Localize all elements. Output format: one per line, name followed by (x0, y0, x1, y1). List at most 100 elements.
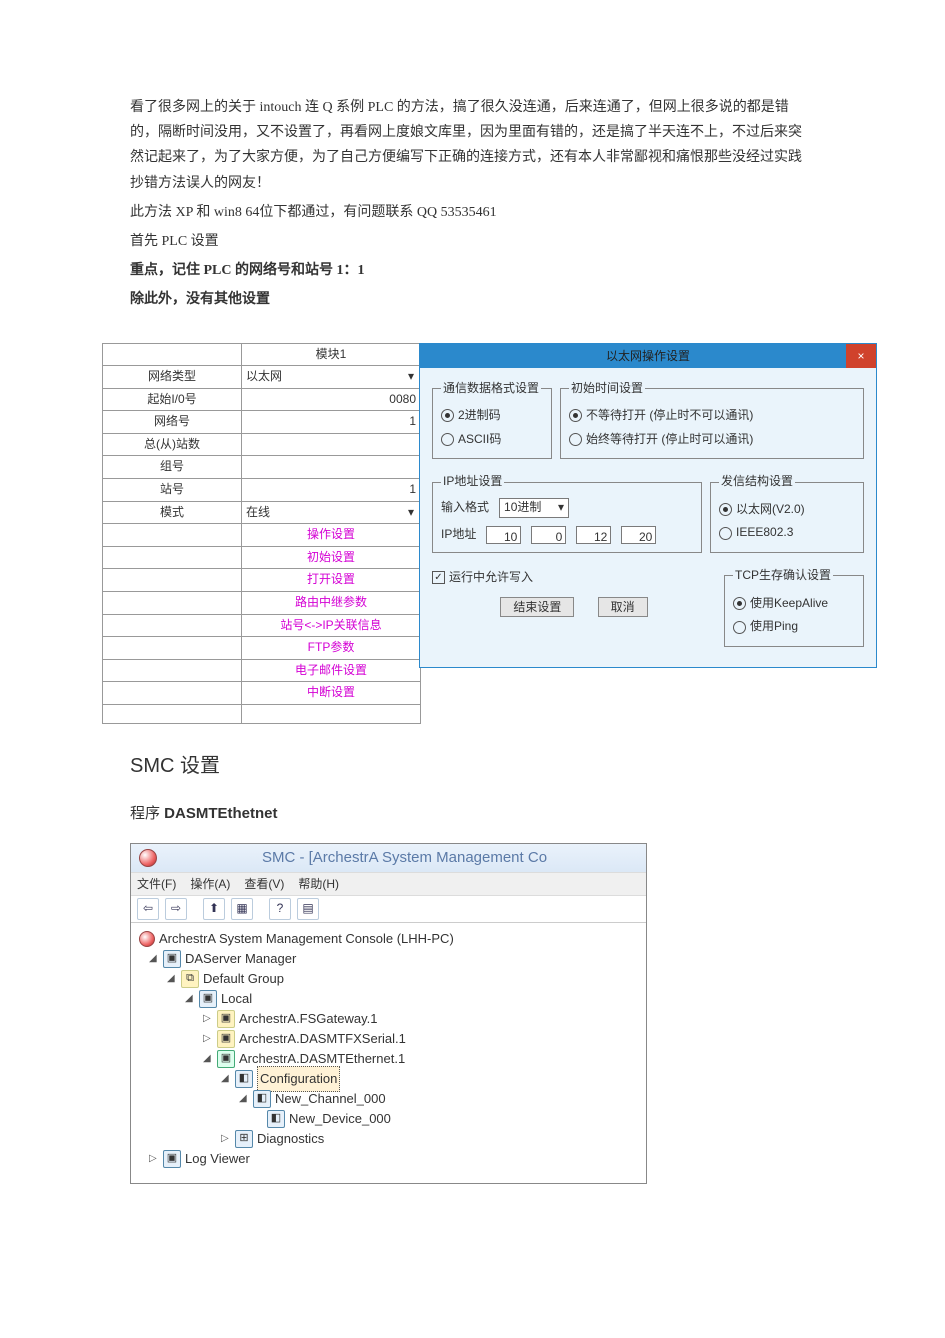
radio-ascii[interactable]: ASCII码 (441, 429, 543, 451)
tree-channel[interactable]: ◧ New_Channel_000 (139, 1089, 638, 1109)
radio-nowait-label: 不等待打开 (停止时不可以通讯) (586, 405, 753, 427)
tree-default-group[interactable]: ⧉ Default Group (139, 969, 638, 989)
toolbar-help-icon[interactable]: ? (269, 898, 291, 920)
radio-ieee[interactable]: IEEE802.3 (719, 522, 855, 544)
dialog-close-button[interactable]: × (846, 344, 876, 368)
ip-octet-2[interactable]: 0 (531, 526, 566, 544)
expand-icon[interactable] (221, 1070, 231, 1088)
module-header: 模块1 (242, 343, 421, 366)
menu-help[interactable]: 帮助(H) (298, 873, 339, 895)
tree-configuration[interactable]: ◧ Configuration (139, 1069, 638, 1089)
tcp-alive-group: TCP生存确认设置 使用KeepAlive 使用Ping (724, 565, 864, 647)
driver-active-icon: ▣ (217, 1050, 235, 1068)
tree-dasmteth[interactable]: ▣ ArchestrA.DASMTEthernet.1 (139, 1049, 638, 1069)
menu-action[interactable]: 操作(A) (190, 873, 230, 895)
dialog-title-text: 以太网操作设置 (606, 349, 690, 363)
btn-cancel[interactable]: 取消 (598, 597, 648, 617)
row-start-io-value[interactable]: 0080 (242, 388, 421, 411)
expand-icon[interactable] (185, 990, 195, 1008)
ip-octet-3[interactable]: 12 (576, 526, 611, 544)
tree-daserver[interactable]: ▣ DAServer Manager (139, 949, 638, 969)
menu-file[interactable]: 文件(F) (137, 873, 176, 895)
ip-format-select[interactable]: 10进制 ▾ (499, 498, 569, 518)
expand-icon[interactable] (149, 1150, 159, 1168)
row-net-no-value[interactable]: 1 (242, 411, 421, 434)
smc-window-title: SMC - [ArchestrA System Management Co (131, 844, 646, 872)
link-route-relay[interactable]: 路由中继参数 (242, 592, 421, 615)
tree-diagnostics-label: Diagnostics (257, 1127, 324, 1150)
radio-icon (441, 433, 454, 446)
program-name: DASMTEthetnet (164, 805, 277, 822)
expand-icon[interactable] (239, 1090, 249, 1108)
radio-ping[interactable]: 使用Ping (733, 616, 855, 638)
env-part2: 64位下都通过，有问题联系 QQ (245, 205, 437, 220)
radio-icon (569, 433, 582, 446)
tree-logviewer[interactable]: ▣ Log Viewer (139, 1149, 638, 1169)
group-icon: ⧉ (181, 970, 199, 988)
link-open-settings[interactable]: 打开设置 (242, 569, 421, 592)
tree-local[interactable]: ▣ Local (139, 989, 638, 1009)
link-op-settings[interactable]: 操作设置 (242, 524, 421, 547)
toolbar-up-icon[interactable]: ⬆ (203, 898, 225, 920)
tree-fsgateway[interactable]: ▣ ArchestrA.FSGateway.1 (139, 1009, 638, 1029)
link-email-settings[interactable]: 电子邮件设置 (242, 659, 421, 682)
row-start-io-label: 起始I/0号 (103, 388, 242, 411)
ip-format-value: 10进制 (504, 497, 541, 519)
ip-octet-1[interactable]: 10 (486, 526, 521, 544)
radio-wait[interactable]: 始终等待打开 (停止时可以通讯) (569, 429, 855, 451)
ip-octet-4[interactable]: 20 (621, 526, 656, 544)
expand-icon[interactable] (203, 1010, 213, 1028)
tree-logviewer-label: Log Viewer (185, 1147, 250, 1170)
driver-icon: ▣ (217, 1010, 235, 1028)
row-net-type-label: 网络类型 (103, 366, 242, 389)
radio-wait-label: 始终等待打开 (停止时可以通讯) (586, 429, 753, 451)
tree-device[interactable]: ◧ New_Device_000 (139, 1109, 638, 1129)
radio-eth-v2[interactable]: 以太网(V2.0) (719, 499, 855, 521)
row-group-value[interactable] (242, 456, 421, 479)
tree-dasmtfx[interactable]: ▣ ArchestrA.DASMTFXSerial.1 (139, 1029, 638, 1049)
btn-end-settings[interactable]: 结束设置 (500, 597, 574, 617)
link-interrupt-settings[interactable]: 中断设置 (242, 682, 421, 705)
radio-icon (733, 597, 746, 610)
checkbox-icon (432, 571, 445, 584)
toolbar-forward-icon[interactable]: ⇨ (165, 898, 187, 920)
radio-binary[interactable]: 2进制码 (441, 405, 543, 427)
tcp-alive-legend: TCP生存确认设置 (733, 565, 833, 587)
radio-binary-label: 2进制码 (458, 405, 501, 427)
checkbox-allow-write[interactable]: 运行中允许写入 (432, 567, 716, 589)
expand-icon[interactable] (203, 1030, 213, 1048)
radio-icon (719, 527, 732, 540)
tree-diagnostics[interactable]: ⊞ Diagnostics (139, 1129, 638, 1149)
row-station-value[interactable]: 1 (242, 479, 421, 502)
row-mode-label: 模式 (103, 501, 242, 524)
menu-view[interactable]: 查看(V) (244, 873, 284, 895)
dropdown-icon: ▾ (558, 497, 564, 519)
toolbar-refresh-icon[interactable]: ▤ (297, 898, 319, 920)
link-sta-ip-assoc[interactable]: 站号<->IP关联信息 (242, 614, 421, 637)
expand-icon[interactable] (167, 970, 177, 988)
expand-icon[interactable] (149, 950, 159, 968)
toolbar-back-icon[interactable]: ⇦ (137, 898, 159, 920)
init-time-legend: 初始时间设置 (569, 378, 645, 400)
net-type-text: 以太网 (246, 369, 282, 383)
toolbar-props-icon[interactable]: ▦ (231, 898, 253, 920)
smc-app-icon (139, 849, 157, 867)
row-mode-value[interactable]: 在线 ▾ (242, 501, 421, 524)
tree-root[interactable]: ArchestrA System Management Console (LHH… (139, 929, 638, 949)
link-ftp-params[interactable]: FTP参数 (242, 637, 421, 660)
comm-format-group: 通信数据格式设置 2进制码 ASCII码 (432, 378, 552, 460)
expand-icon[interactable] (203, 1050, 213, 1068)
radio-keepalive-label: 使用KeepAlive (750, 593, 828, 615)
radio-nowait[interactable]: 不等待打开 (停止时不可以通讯) (569, 405, 855, 427)
send-struct-group: 发信结构设置 以太网(V2.0) IEEE802.3 (710, 471, 864, 553)
link-init-settings[interactable]: 初始设置 (242, 546, 421, 569)
row-net-type-value[interactable]: 以太网 ▾ (242, 366, 421, 389)
row-net-no-label: 网络号 (103, 411, 242, 434)
paragraph-first-plc: 首先 PLC 设置 (130, 229, 815, 254)
plc-config-screenshot: 模块1 网络类型 以太网 ▾ 起始I/0号 0080 网络号 1 总(从)站数 (102, 343, 877, 725)
smc-toolbar: ⇦ ⇨ ⬆ ▦ ? ▤ (131, 896, 646, 923)
paragraph-intro: 看了很多网上的关于 intouch 连 Q 系例 PLC 的方法，搞了很久没连通… (130, 95, 815, 196)
expand-icon[interactable] (221, 1130, 231, 1148)
row-total-sta-value[interactable] (242, 433, 421, 456)
radio-keepalive[interactable]: 使用KeepAlive (733, 593, 855, 615)
